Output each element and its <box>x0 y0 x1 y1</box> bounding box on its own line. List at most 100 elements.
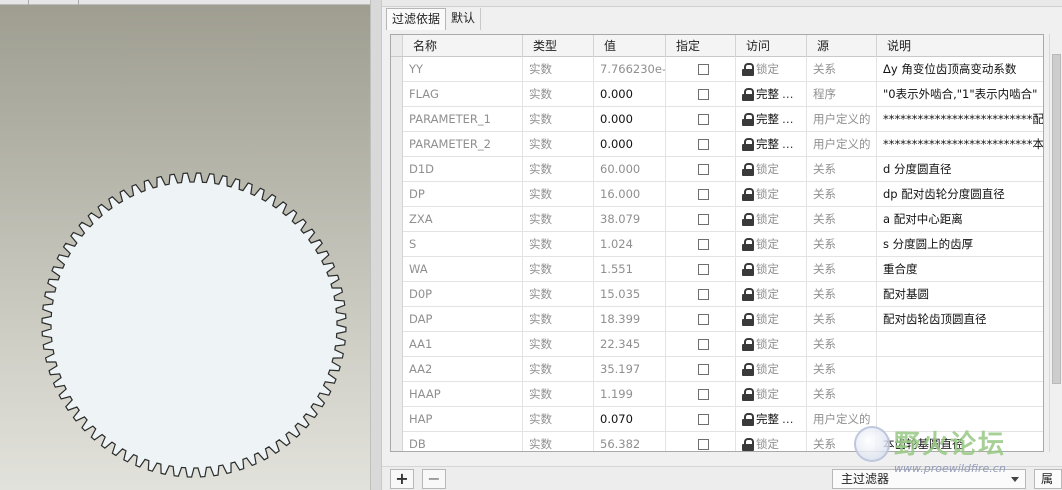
table-row[interactable]: DAP 实数 18.399 锁定 关系 配对齿轮齿顶圆直径 <box>391 307 1043 332</box>
param-name[interactable]: DB <box>403 432 523 451</box>
param-description[interactable]: "0表示外啮合,"1"表示内啮合" <box>877 82 1043 107</box>
param-name[interactable]: DAP <box>403 307 523 332</box>
table-row[interactable]: S 实数 1.024 锁定 关系 s 分度圆上的齿厚 <box>391 232 1043 257</box>
gear-outline[interactable] <box>41 172 347 478</box>
column-header-type[interactable]: 类型 <box>523 35 594 57</box>
row-selector[interactable] <box>391 132 403 157</box>
table-row[interactable]: AA1 实数 22.345 锁定 关系 <box>391 332 1043 357</box>
param-source[interactable]: 关系 <box>807 432 877 451</box>
filter-by-label[interactable]: 过滤依据 <box>386 8 447 30</box>
designate-checkbox[interactable] <box>698 114 709 125</box>
more-ellipsis[interactable]: … <box>782 87 794 101</box>
param-type[interactable]: 实数 <box>523 57 594 82</box>
param-description[interactable]: 重合度 <box>877 257 1043 282</box>
designate-checkbox[interactable] <box>698 439 709 450</box>
column-header-value[interactable]: 值 <box>594 35 666 57</box>
param-value[interactable]: 56.382 <box>594 432 666 451</box>
param-description[interactable]: **************************配对... <box>877 107 1043 132</box>
param-source[interactable]: 用户定义的 <box>807 107 877 132</box>
param-value[interactable]: 0.070 <box>594 407 666 432</box>
param-access[interactable]: 锁定 <box>736 332 807 357</box>
row-selector[interactable] <box>391 357 403 382</box>
row-selector[interactable] <box>391 157 403 182</box>
row-selector[interactable] <box>391 232 403 257</box>
param-access[interactable]: 锁定 <box>736 57 807 82</box>
param-access[interactable]: 锁定 <box>736 307 807 332</box>
param-value[interactable]: 18.399 <box>594 307 666 332</box>
designate-checkbox[interactable] <box>698 314 709 325</box>
param-type[interactable]: 实数 <box>523 332 594 357</box>
param-value[interactable]: 0.000 <box>594 107 666 132</box>
panel-splitter[interactable] <box>370 0 382 490</box>
param-access[interactable]: 完整… <box>736 132 807 157</box>
designate-checkbox[interactable] <box>698 364 709 375</box>
param-type[interactable]: 实数 <box>523 257 594 282</box>
param-access[interactable]: 完整… <box>736 107 807 132</box>
param-type[interactable]: 实数 <box>523 432 594 451</box>
param-access[interactable]: 锁定 <box>736 257 807 282</box>
param-type[interactable]: 实数 <box>523 82 594 107</box>
designate-checkbox[interactable] <box>698 264 709 275</box>
table-row[interactable]: D0P 实数 15.035 锁定 关系 配对基圆 <box>391 282 1043 307</box>
param-description[interactable] <box>877 357 1043 382</box>
param-source[interactable]: 关系 <box>807 307 877 332</box>
table-row[interactable]: DP 实数 16.000 锁定 关系 dp 配对齿轮分度圆直径 <box>391 182 1043 207</box>
param-value[interactable]: 60.000 <box>594 157 666 182</box>
table-scrollbar[interactable] <box>1049 34 1062 452</box>
table-row[interactable]: YY 实数 7.766230e- 锁定 关系 Δy 角变位齿顶高变动系数 <box>391 57 1043 82</box>
param-value[interactable]: 0.000 <box>594 132 666 157</box>
more-ellipsis[interactable]: … <box>782 112 794 126</box>
row-selector[interactable] <box>391 182 403 207</box>
param-access[interactable]: 锁定 <box>736 282 807 307</box>
param-value[interactable]: 22.345 <box>594 332 666 357</box>
param-source[interactable]: 关系 <box>807 182 877 207</box>
row-selector[interactable] <box>391 432 403 451</box>
row-selector[interactable] <box>391 207 403 232</box>
param-name[interactable]: D0P <box>403 282 523 307</box>
designate-checkbox[interactable] <box>698 214 709 225</box>
column-header-designate[interactable]: 指定 <box>666 35 736 57</box>
param-name[interactable]: DP <box>403 182 523 207</box>
param-value[interactable]: 0.000 <box>594 82 666 107</box>
table-row[interactable]: PARAMETER_1 实数 0.000 完整… 用户定义的 **************… <box>391 107 1043 132</box>
param-type[interactable]: 实数 <box>523 157 594 182</box>
more-ellipsis[interactable]: … <box>782 412 794 426</box>
param-access[interactable]: 锁定 <box>736 182 807 207</box>
table-row[interactable]: WA 实数 1.551 锁定 关系 重合度 <box>391 257 1043 282</box>
param-description[interactable]: dp 配对齿轮分度圆直径 <box>877 182 1043 207</box>
table-row[interactable]: PARAMETER_2 实数 0.000 完整… 用户定义的 **************… <box>391 132 1043 157</box>
param-description[interactable]: **************************本齿... <box>877 132 1043 157</box>
param-name[interactable]: D1D <box>403 157 523 182</box>
param-description[interactable] <box>877 332 1043 357</box>
param-access[interactable]: 锁定 <box>736 432 807 451</box>
table-row[interactable]: ZXA 实数 38.079 锁定 关系 a 配对中心距离 <box>391 207 1043 232</box>
param-name[interactable]: S <box>403 232 523 257</box>
param-source[interactable]: 用户定义的 <box>807 132 877 157</box>
more-ellipsis[interactable]: … <box>782 137 794 151</box>
param-access[interactable]: 锁定 <box>736 207 807 232</box>
param-source[interactable]: 关系 <box>807 157 877 182</box>
param-type[interactable]: 实数 <box>523 132 594 157</box>
row-selector[interactable] <box>391 382 403 407</box>
designate-checkbox[interactable] <box>698 189 709 200</box>
param-type[interactable]: 实数 <box>523 407 594 432</box>
table-row[interactable]: HAP 实数 0.070 完整… 用户定义的 <box>391 407 1043 432</box>
param-type[interactable]: 实数 <box>523 282 594 307</box>
row-selector[interactable] <box>391 82 403 107</box>
remove-parameter-button[interactable]: − <box>422 469 446 489</box>
param-source[interactable]: 关系 <box>807 257 877 282</box>
param-name[interactable]: PARAMETER_1 <box>403 107 523 132</box>
param-description[interactable]: d 分度圆直径 <box>877 157 1043 182</box>
row-selector[interactable] <box>391 307 403 332</box>
param-type[interactable]: 实数 <box>523 357 594 382</box>
param-value[interactable]: 1.199 <box>594 382 666 407</box>
param-name[interactable]: ZXA <box>403 207 523 232</box>
param-value[interactable]: 15.035 <box>594 282 666 307</box>
designate-checkbox[interactable] <box>698 339 709 350</box>
column-header-name[interactable]: 名称 <box>403 35 523 57</box>
param-value[interactable]: 38.079 <box>594 207 666 232</box>
param-description[interactable] <box>877 407 1043 432</box>
designate-checkbox[interactable] <box>698 64 709 75</box>
param-source[interactable]: 用户定义的 <box>807 407 877 432</box>
row-selector[interactable] <box>391 282 403 307</box>
